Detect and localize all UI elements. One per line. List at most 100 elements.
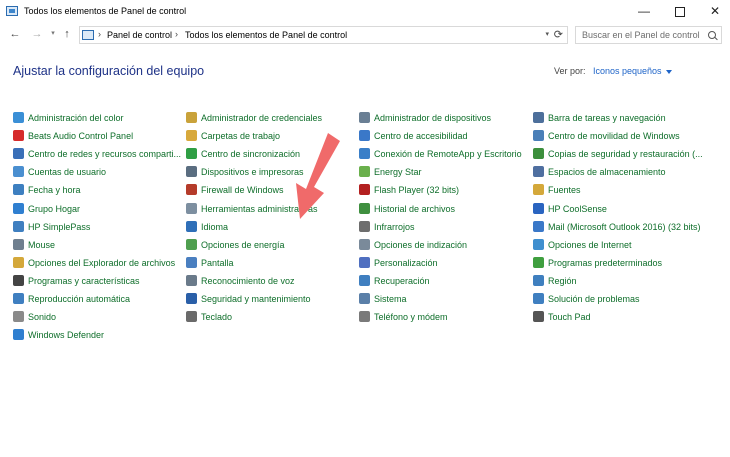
item-label: Espacios de almacenamiento bbox=[548, 167, 666, 178]
item-label: Mail (Microsoft Outlook 2016) (32 bits) bbox=[548, 221, 701, 232]
item-icon bbox=[186, 220, 197, 232]
item-label: Sonido bbox=[28, 312, 57, 323]
item-label: Programas predeterminados bbox=[548, 257, 663, 268]
item-icon bbox=[359, 274, 370, 286]
item-icon bbox=[533, 311, 544, 323]
control-panel-icon bbox=[6, 6, 18, 16]
breadcrumb-panel-de-control[interactable]: Panel de control bbox=[107, 30, 172, 40]
item-icon bbox=[533, 112, 544, 123]
item-icon bbox=[13, 274, 24, 286]
back-button[interactable]: ← bbox=[8, 27, 22, 41]
breadcrumb-separator[interactable]: › bbox=[175, 29, 178, 39]
item-icon bbox=[186, 202, 197, 214]
item-icon bbox=[13, 329, 24, 341]
item-label: Mouse bbox=[28, 239, 56, 250]
item-icon bbox=[13, 220, 24, 232]
item-icon bbox=[359, 166, 370, 178]
item-icon bbox=[533, 166, 544, 178]
item-label: Recuperación bbox=[374, 275, 430, 286]
item-icon bbox=[533, 293, 544, 304]
item-label: Seguridad y mantenimiento bbox=[201, 294, 311, 304]
item-icon bbox=[533, 184, 544, 196]
item-icon bbox=[533, 130, 544, 142]
item-label: Administración del color bbox=[28, 113, 124, 123]
item-label: Opciones de Internet bbox=[548, 239, 632, 250]
item-label: Idioma bbox=[201, 221, 229, 232]
item-label: Fuentes bbox=[548, 185, 581, 196]
item-icon bbox=[359, 311, 370, 323]
item-icon bbox=[359, 256, 370, 268]
item-label: Centro de accesibilidad bbox=[374, 131, 468, 142]
breadcrumb-separator[interactable]: › bbox=[98, 29, 101, 39]
view-by-label: Ver por: bbox=[554, 66, 586, 76]
search-icon[interactable] bbox=[708, 31, 716, 39]
item-label: Carpetas de trabajo bbox=[201, 131, 281, 142]
page-title: Ajustar la configuración del equipo bbox=[13, 64, 205, 78]
maximize-icon bbox=[675, 7, 685, 17]
item-label: Centro de movilidad de Windows bbox=[548, 131, 680, 142]
search-box[interactable]: Buscar en el Panel de control bbox=[575, 26, 722, 44]
view-by-value: Iconos pequeños bbox=[593, 66, 662, 76]
refresh-button[interactable]: ⟳ bbox=[554, 28, 563, 41]
item-icon bbox=[533, 256, 544, 268]
item-icon bbox=[359, 238, 370, 250]
address-dropdown-button[interactable]: ▾ bbox=[545, 30, 549, 38]
item-label: Reconocimiento de voz bbox=[201, 275, 295, 286]
item-icon bbox=[186, 274, 197, 286]
item-icon bbox=[186, 256, 197, 268]
item-icon bbox=[359, 148, 370, 160]
item-icon bbox=[359, 202, 370, 214]
item-label: Solución de problemas bbox=[548, 294, 640, 304]
item-label: Centro de redes y recursos comparti... bbox=[28, 149, 182, 160]
item-icon bbox=[533, 220, 544, 232]
item-icon bbox=[533, 238, 544, 250]
item-label: Barra de tareas y navegación bbox=[548, 113, 666, 123]
item-label: Opciones de indización bbox=[374, 239, 468, 250]
item-icon bbox=[186, 238, 197, 250]
control-panel-icon bbox=[82, 30, 94, 40]
recent-locations-button[interactable]: ▾ bbox=[46, 27, 60, 41]
item-label: Opciones del Explorador de archivos bbox=[28, 257, 176, 268]
maximize-button[interactable] bbox=[665, 0, 695, 24]
forward-button[interactable]: → bbox=[30, 27, 44, 41]
item-icon bbox=[186, 130, 197, 142]
item-label: Opciones de energía bbox=[201, 239, 285, 250]
item-icon bbox=[359, 112, 370, 123]
item-icon bbox=[13, 256, 24, 268]
item-label: Pantalla bbox=[201, 257, 234, 268]
item-label: Touch Pad bbox=[548, 312, 591, 323]
breadcrumb-all-items[interactable]: Todos los elementos de Panel de control bbox=[185, 30, 347, 40]
item-label: Administrador de dispositivos bbox=[374, 113, 492, 123]
item-label: Región bbox=[548, 275, 577, 286]
item-label: Teclado bbox=[201, 312, 233, 323]
item-label: Fecha y hora bbox=[28, 185, 81, 196]
item-label: Personalización bbox=[374, 257, 438, 268]
address-bar[interactable]: › Panel de control › Todos los elementos… bbox=[79, 26, 568, 44]
minimize-button[interactable]: — bbox=[629, 0, 659, 24]
annotation-arrow bbox=[296, 133, 340, 219]
item-label: Teléfono y módem bbox=[374, 312, 448, 323]
item-icon bbox=[359, 220, 370, 232]
search-placeholder: Buscar en el Panel de control bbox=[582, 30, 700, 40]
item-icon bbox=[186, 184, 197, 196]
item-icon bbox=[13, 112, 24, 123]
view-by-dropdown[interactable]: Iconos pequeños bbox=[593, 66, 672, 76]
item-icon bbox=[359, 184, 370, 196]
item-icon bbox=[533, 148, 544, 160]
title-bar: Todos los elementos de Panel de control … bbox=[0, 0, 730, 24]
item-label: Grupo Hogar bbox=[28, 203, 81, 214]
item-label: Administrador de credenciales bbox=[201, 113, 323, 123]
item-icon bbox=[13, 202, 24, 214]
item-icon bbox=[533, 274, 544, 286]
item-icon bbox=[13, 130, 24, 142]
close-button[interactable]: ✕ bbox=[700, 0, 730, 24]
item-label: Flash Player (32 bits) bbox=[374, 185, 460, 196]
item-icon bbox=[186, 148, 197, 160]
item-icon bbox=[186, 112, 197, 123]
item-icon bbox=[13, 184, 24, 196]
up-button[interactable]: ↑ bbox=[60, 27, 74, 41]
item-icon bbox=[186, 293, 197, 304]
item-label: Reproducción automática bbox=[28, 294, 131, 304]
item-icon bbox=[13, 311, 24, 323]
item-icon bbox=[186, 311, 197, 323]
